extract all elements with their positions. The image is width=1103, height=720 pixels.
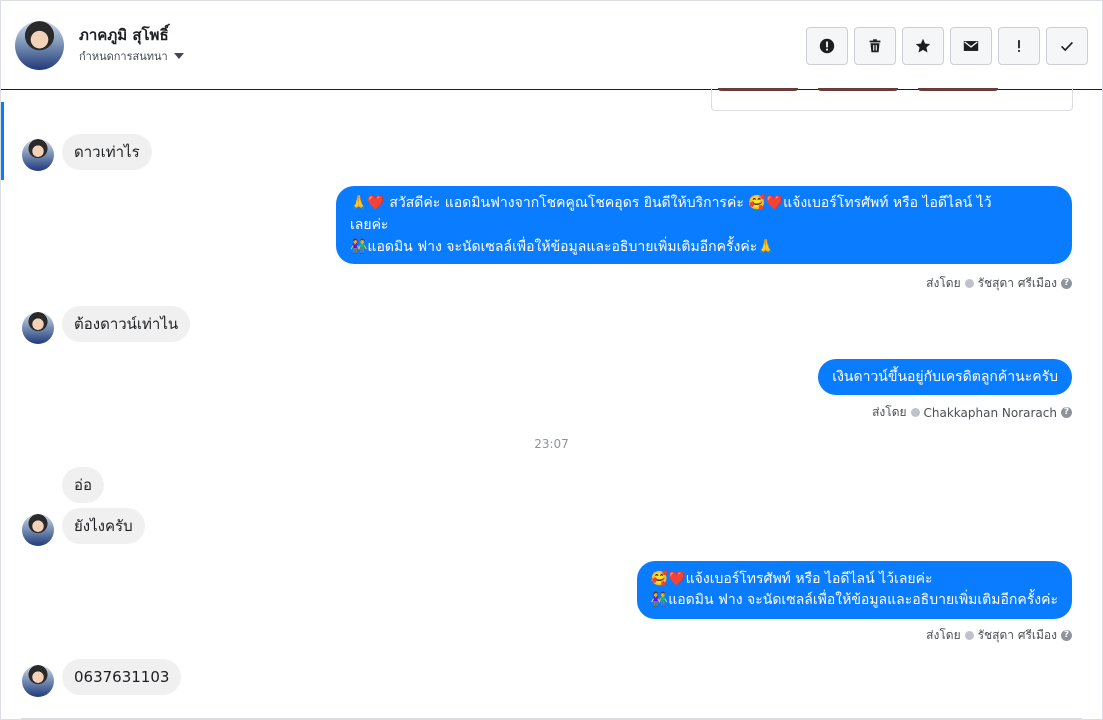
help-icon[interactable]: ? <box>1061 630 1072 641</box>
help-icon[interactable]: ? <box>1061 407 1072 418</box>
outgoing-message[interactable]: 🙏❤️ สวัสดีค่ะ แอดมินฟางจากโชคคูณโชคอุดร … <box>336 186 1072 264</box>
message-line: 🥰❤️แจ้งเบอร์โทรศัพท์ หรือ ไอดีไลน์ ไว้เล… <box>650 571 933 587</box>
contact-avatar-small[interactable] <box>22 665 54 697</box>
sent-by-label: ส่งโดย Chakkaphan Norarach ? <box>872 403 1072 422</box>
contact-avatar[interactable] <box>15 21 64 70</box>
sent-by-label: ส่งโดย รัชสุดา ศรีเมือง ? <box>926 626 1072 645</box>
contact-avatar-small[interactable] <box>22 514 54 546</box>
star-icon <box>915 38 931 53</box>
alert-circle-icon <box>819 38 835 54</box>
previous-card-edge <box>711 88 1073 111</box>
composer-divider <box>21 718 1082 719</box>
message-line: 🙏❤️ สวัสดีค่ะ แอดมินฟางจากโชคคูณโชคอุดร … <box>350 195 992 211</box>
envelope-icon <box>963 41 979 51</box>
assign-conversation-dropdown[interactable]: กำหนดการสนทนา <box>79 47 184 65</box>
message-line: 👫แอดมิน ฟาง จะนัดเซลล์เพื่อให้ข้อมูลและอ… <box>650 592 1058 608</box>
incoming-message[interactable]: 0637631103 <box>62 659 182 695</box>
sender-name[interactable]: รัชสุดา ศรีเมือง <box>978 274 1057 293</box>
check-icon <box>1061 41 1073 52</box>
follow-up-button[interactable] <box>998 27 1040 65</box>
spam-button[interactable] <box>806 27 848 65</box>
exclamation-icon <box>1018 40 1020 52</box>
delete-button[interactable] <box>854 27 896 65</box>
timestamp-divider: 23:07 <box>534 437 569 451</box>
selected-indicator <box>1 102 4 180</box>
page-dot-icon <box>964 631 974 640</box>
contact-avatar-small[interactable] <box>22 312 54 344</box>
incoming-message[interactable]: ยังไงครับ <box>62 508 145 544</box>
sent-by-prefix: ส่งโดย <box>926 628 961 642</box>
message-line: 👫แอดมิน ฟาง จะนัดเซลล์เพื่อให้ข้อมูลและอ… <box>350 239 775 255</box>
trash-icon <box>869 39 881 53</box>
star-button[interactable] <box>902 27 944 65</box>
sender-name[interactable]: Chakkaphan Norarach <box>924 406 1057 420</box>
message-thread[interactable]: ดาวเท่าไร 🙏❤️ สวัสดีค่ะ แอดมินฟางจากโชคค… <box>1 88 1102 719</box>
sent-by-prefix: ส่งโดย <box>872 405 907 419</box>
incoming-message[interactable]: ต้องดาวน์เท่าไน <box>62 306 191 342</box>
help-icon[interactable]: ? <box>1061 278 1072 289</box>
page-dot-icon <box>964 279 974 288</box>
mark-unread-button[interactable] <box>950 27 992 65</box>
header-toolbar <box>806 27 1088 65</box>
incoming-message[interactable]: อ่อ <box>62 467 105 503</box>
outgoing-message[interactable]: เงินดาวน์ขึ้นอยู่กับเครดิตลูกค้านะครับ <box>818 359 1072 395</box>
done-button[interactable] <box>1046 27 1088 65</box>
outgoing-message[interactable]: 🥰❤️แจ้งเบอร์โทรศัพท์ หรือ ไอดีไลน์ ไว้เล… <box>636 561 1072 619</box>
conversation-header: ภาคภูมิ สุโพธิ์ กำหนดการสนทนา <box>1 1 1102 90</box>
assign-label: กำหนดการสนทนา <box>79 50 168 63</box>
sent-by-label: ส่งโดย รัชสุดา ศรีเมือง ? <box>926 274 1072 293</box>
conversation-panel: ภาคภูมิ สุโพธิ์ กำหนดการสนทนา ดาวเท่าไร … <box>0 0 1103 720</box>
contact-avatar-small[interactable] <box>22 139 54 171</box>
contact-name[interactable]: ภาคภูมิ สุโพธิ์ <box>79 23 169 47</box>
page-dot-icon <box>910 408 920 417</box>
caret-down-icon <box>173 53 184 59</box>
sent-by-prefix: ส่งโดย <box>926 276 961 290</box>
incoming-message[interactable]: ดาวเท่าไร <box>62 134 152 170</box>
sender-name[interactable]: รัชสุดา ศรีเมือง <box>978 626 1057 645</box>
message-line: เลยค่ะ <box>350 217 389 233</box>
